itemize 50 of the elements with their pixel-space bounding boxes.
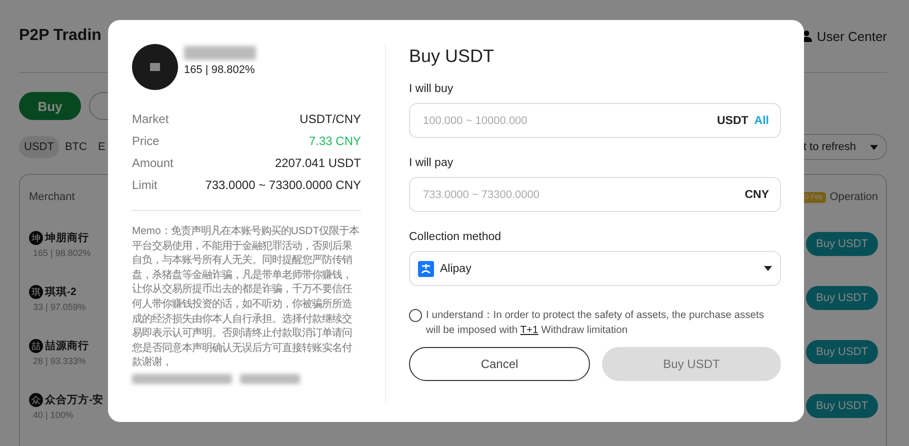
merchant-stats: 165 | 98.802% <box>184 64 256 76</box>
detail-value: USDT/CNY <box>300 112 361 126</box>
merchant-stats: 33 | 97.059% <box>32 302 86 312</box>
withdraw-rule-link[interactable]: T+1 <box>520 325 538 336</box>
merchant-name[interactable]: 琪琪-2 <box>45 284 76 298</box>
payment-icon <box>418 260 434 276</box>
merchant-avatar: 喆 <box>29 338 43 352</box>
buy-amount-input[interactable]: 100.000 ~ 10000.000 <box>421 114 711 128</box>
redacted-text <box>240 374 300 384</box>
trade-side-tab[interactable]: Buy <box>19 92 81 120</box>
detail-value: 7.33 CNY <box>308 134 361 148</box>
column-header: Operation <box>830 191 878 203</box>
detail-label: Price <box>132 134 160 148</box>
detail-value: 733.0000 ~ 73300.0000 CNY <box>205 178 361 192</box>
merchant-avatar: 琪 <box>29 284 43 298</box>
detail-label: Amount <box>132 156 174 170</box>
coin-tab[interactable]: BTC <box>60 136 92 158</box>
merchant-name[interactable]: 众合万方-安 <box>45 392 104 406</box>
dialog-title: Buy USDT <box>409 46 496 67</box>
buy-amount-field[interactable]: 100.000 ~ 10000.000 USDT All <box>409 103 781 138</box>
detail-label: Market <box>132 112 169 126</box>
redacted-name <box>184 46 256 60</box>
collection-method-select[interactable]: Alipay <box>409 251 781 286</box>
caret-icon <box>870 144 878 150</box>
page-title: P2P Tradin <box>19 27 102 45</box>
field-label: I will buy <box>409 83 454 95</box>
merchant-name[interactable]: 坤朋商行 <box>45 230 89 244</box>
merchant-stats: 28 | 93.333% <box>32 356 87 366</box>
detail-value: 2207.041 USDT <box>274 156 361 170</box>
user-center-link[interactable]: User Center <box>816 28 887 44</box>
merchant-avatar: 坤 <box>29 230 43 244</box>
pay-amount-input[interactable]: 733.0000 ~ 73300.0000 <box>421 188 739 202</box>
all-link[interactable]: All <box>754 114 769 126</box>
cancel-button[interactable]: Cancel <box>409 347 590 381</box>
caret-icon <box>764 266 772 271</box>
coin-tab[interactable]: E <box>92 136 110 158</box>
coin-tab[interactable]: USDT <box>19 136 59 158</box>
merchant-avatar: 众 <box>29 392 43 406</box>
merchant-avatar <box>132 44 178 90</box>
field-label: I will pay <box>409 157 454 169</box>
merchant-stats: 40 | 100% <box>32 410 74 420</box>
agreement-text: I understand：In order to protect the safety of assets, the purchase assets will be imposed with T+1 Withdraw limitation <box>426 309 765 338</box>
field-label: Collection method <box>409 231 502 243</box>
detail-label: Limit <box>132 178 158 192</box>
pay-amount-field[interactable]: 733.0000 ~ 73300.0000 CNY <box>409 177 781 212</box>
agreement-checkbox[interactable] <box>409 309 422 322</box>
memo-text: Memo：免责声明凡在本账号购买的USDT仅限于本平台交易使用，不能用于金融犯罪活动，否则后果自负，与本账号所有人无关。同时提醒您严防传销盘，杀猪盘等金融诈骗，凡是带单老师带你赚钱，让你从交易所提币出去的都是诈骗，千万不要信任何人带你赚钱投资的话，如不听劝，你被骗所所造成的经济损失由你本人自行承担。选择付款继续交易即表示认可声明。否则请终止付款取消订单请问您是否同意本声明确认无误后方可直接转账实名付款谢谢， <box>132 225 360 370</box>
merchant-name[interactable]: 喆源商行 <box>45 338 89 352</box>
column-header: Merchant <box>29 191 75 203</box>
merchant-stats: 165 | 98.802% <box>32 248 91 258</box>
